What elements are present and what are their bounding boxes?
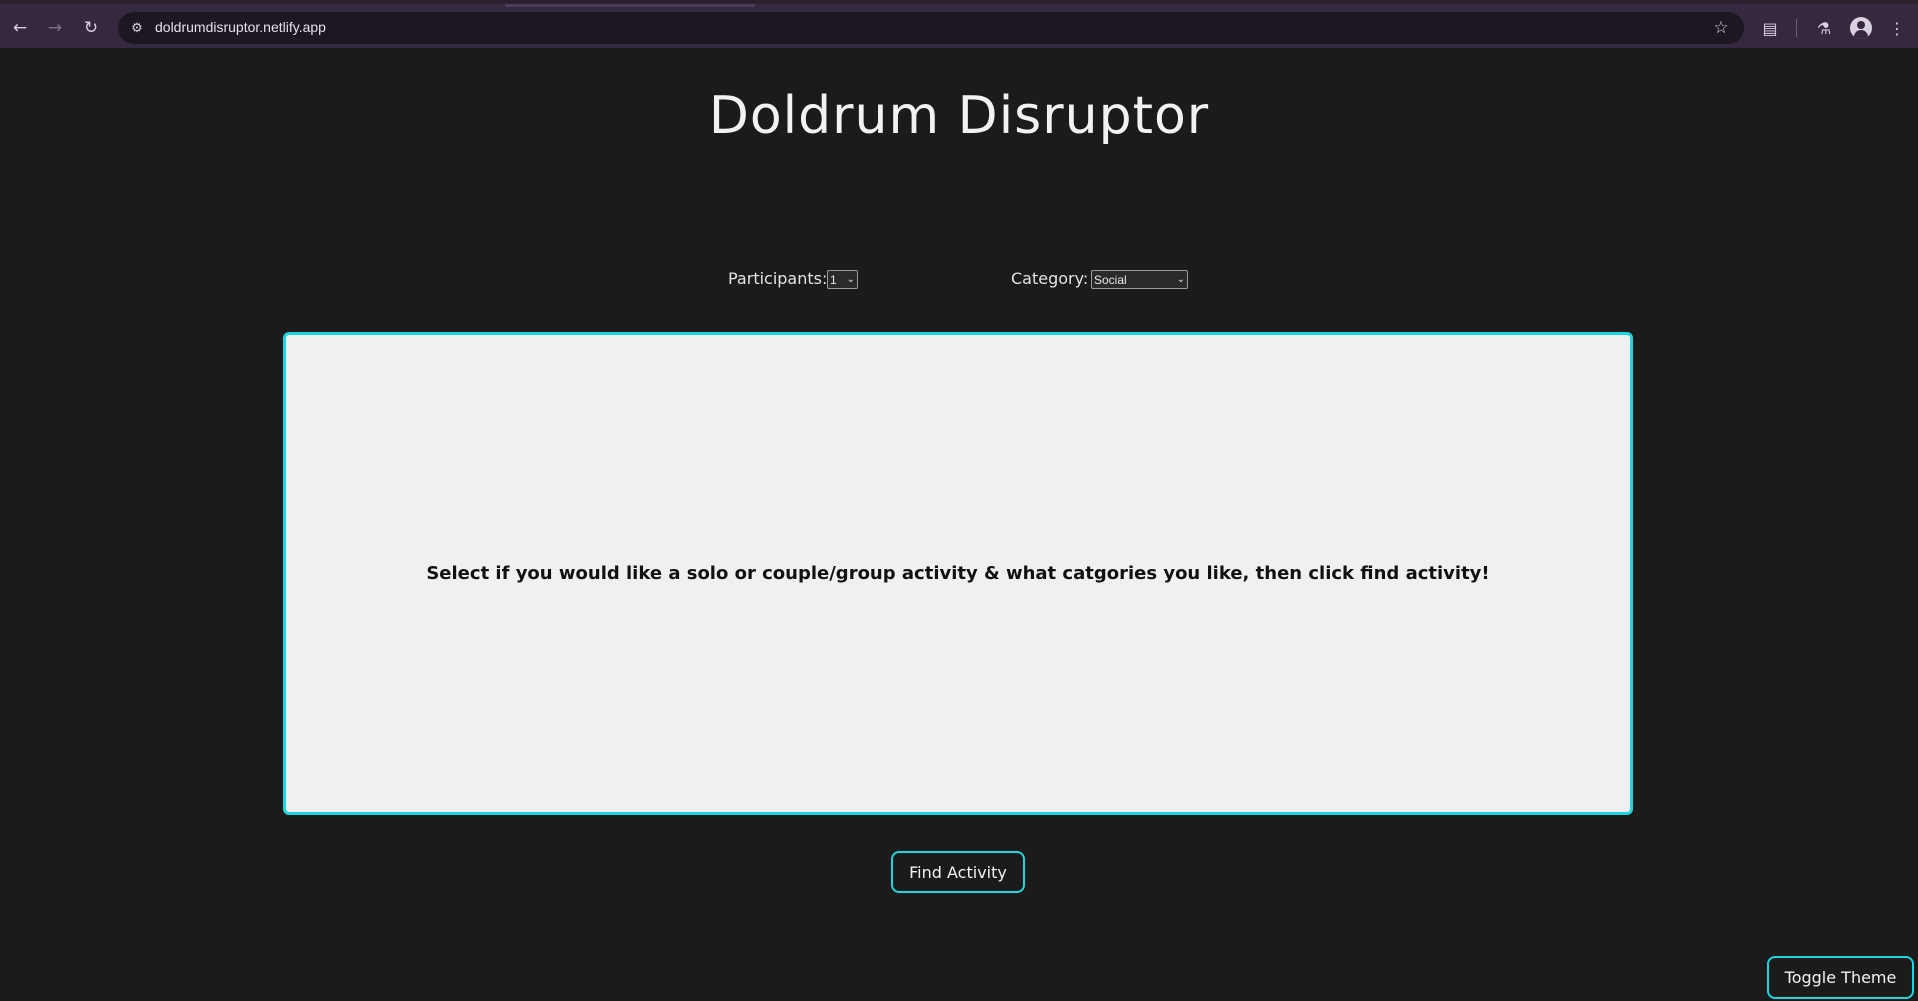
tab-strip [505,4,755,7]
flask-icon[interactable]: ⚗ [1811,15,1837,41]
forward-arrow-icon[interactable]: → [42,15,68,41]
category-label: Category: [1011,269,1089,288]
activity-card: Select if you would like a solo or coupl… [283,332,1633,815]
browser-toolbar: ← → ↻ ⚙ doldrumdisruptor.netlify.app ☆ ▤… [0,0,1918,48]
avatar-icon[interactable] [1850,17,1872,39]
toggle-theme-button[interactable]: Toggle Theme [1767,956,1914,999]
activity-message: Select if you would like a solo or coupl… [426,563,1490,584]
site-info-icon[interactable]: ⚙ [126,17,148,39]
participants-select-value: 1 [830,272,837,287]
page-content: Doldrum Disruptor Participants: 1 ⌄ Cate… [0,48,1918,1001]
chevron-down-icon: ⌄ [1176,274,1185,285]
star-icon[interactable]: ☆ [1710,17,1732,39]
participants-label: Participants: [728,269,828,288]
address-bar-url[interactable]: doldrumdisruptor.netlify.app [155,19,326,35]
category-select-value: Social [1094,272,1127,287]
participants-select[interactable]: 1 ⌄ [827,270,858,289]
back-arrow-icon[interactable]: ← [7,15,33,41]
filters-row: Participants: 1 ⌄ Category: Social ⌄ [0,266,1918,292]
reload-icon[interactable]: ↻ [78,15,104,41]
chevron-down-icon: ⌄ [846,274,855,285]
toolbar-divider [1796,19,1797,37]
page-title: Doldrum Disruptor [708,86,1210,146]
category-select[interactable]: Social ⌄ [1091,270,1188,289]
address-bar[interactable]: ⚙ doldrumdisruptor.netlify.app ☆ [118,12,1744,44]
find-activity-button[interactable]: Find Activity [891,851,1025,893]
puzzle-icon[interactable]: ▤ [1757,15,1783,41]
kebab-menu-icon[interactable]: ⋮ [1884,15,1910,41]
